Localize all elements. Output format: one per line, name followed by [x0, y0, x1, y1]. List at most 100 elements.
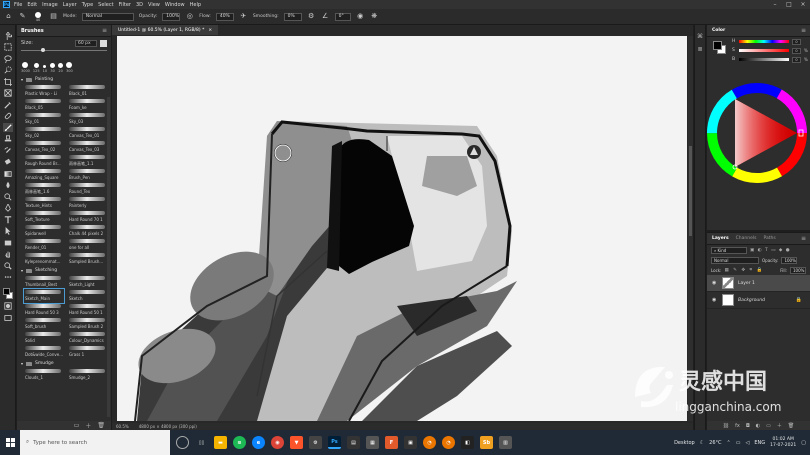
spotify-icon[interactable]: ≋ [233, 436, 246, 449]
blend-mode-select[interactable]: Normal [711, 256, 759, 264]
size-slider[interactable] [21, 48, 107, 53]
brush-item[interactable]: Solid [24, 331, 64, 345]
brightness-slider[interactable] [739, 58, 789, 61]
crop-tool-icon[interactable] [3, 77, 13, 86]
brush-item[interactable]: Rough Round Br... [24, 154, 64, 168]
menu-help[interactable]: Help [190, 2, 201, 8]
pen-tool-icon[interactable] [3, 204, 13, 213]
rectangle-tool-icon[interactable] [3, 238, 13, 247]
brush-item[interactable]: Foam_ke [68, 98, 108, 112]
brush-item[interactable]: Canvas_Tex_02 [24, 140, 64, 154]
brush-tool-active-icon[interactable] [2, 123, 13, 132]
properties-panel-icon[interactable]: ≣ [697, 46, 702, 53]
brush-item[interactable]: Sky_01 [24, 112, 64, 126]
layer-filter-icons[interactable]: ▣ ◐ T ▭ ◆ ● [750, 248, 791, 253]
maximize-icon[interactable]: □ [782, 0, 796, 9]
windows-start-icon[interactable] [0, 430, 20, 455]
tab-layers[interactable]: Layers [712, 236, 729, 241]
app-icon-5[interactable]: ◧ [461, 436, 474, 449]
brush-item[interactable]: Hard Round 50 1 [68, 303, 108, 317]
layer-visibility-eye-icon[interactable]: ◉ [712, 280, 718, 286]
volume-icon[interactable]: ◁ [745, 440, 749, 446]
notifications-icon[interactable]: ▢ [801, 440, 806, 446]
home-icon[interactable]: ⌂ [4, 12, 13, 21]
brush-item[interactable]: 雨林画笔_1.1 [68, 154, 108, 168]
app-icon-2[interactable]: ▦ [366, 436, 379, 449]
brush-group-0[interactable]: ▾ Painting [17, 75, 111, 84]
close-document-icon[interactable]: × [208, 28, 212, 33]
brush-item[interactable]: Smudge_2 [68, 368, 108, 382]
brush-item[interactable]: 雨林画笔_1.6 [24, 182, 64, 196]
dodge-tool-icon[interactable] [3, 192, 13, 201]
airbrush-icon[interactable]: ✈ [239, 12, 248, 21]
color-swatches[interactable] [2, 288, 13, 299]
menu-image[interactable]: Image [42, 2, 58, 8]
brush-item[interactable]: Sampled Brush 2 [68, 317, 108, 331]
weather-temp[interactable]: 26°C [709, 440, 721, 446]
color-wheel[interactable] [707, 73, 810, 203]
brush-item[interactable]: Sketch_Main [23, 288, 65, 304]
app-icon-6[interactable]: Sb [480, 436, 493, 449]
brush-item[interactable]: Sketch [68, 289, 108, 303]
zoom-tool-icon[interactable] [3, 261, 13, 270]
symmetry-icon[interactable]: ❋ [370, 12, 379, 21]
smoothing-field[interactable]: 0% [283, 12, 302, 21]
pressure-size-icon[interactable]: ◉ [356, 12, 365, 21]
brush-group-2[interactable]: ▾ Smudge [17, 359, 111, 368]
brush-item[interactable]: Sketch_Light [68, 275, 108, 289]
taskbar-search-box[interactable]: ⌕ Type here to search [20, 430, 170, 455]
desktop-toolbar-label[interactable]: Desktop [674, 440, 695, 446]
brush-preset-1[interactable]: 125 [33, 63, 40, 73]
size-slider-handle[interactable] [41, 48, 45, 52]
color-panel-menu-icon[interactable]: ≡ [801, 27, 806, 34]
file-explorer-icon[interactable]: ▬ [214, 436, 227, 449]
foreground-color-swatch[interactable] [2, 288, 10, 295]
lasso-tool-icon[interactable] [3, 54, 13, 63]
tab-color[interactable]: Color [712, 28, 725, 33]
hue-slider[interactable] [739, 40, 789, 43]
brush-list-scrollbar[interactable] [107, 97, 110, 417]
menu-layer[interactable]: Layer [63, 2, 77, 8]
saturation-slider[interactable] [739, 49, 789, 52]
delete-brush-trash-icon[interactable]: 🗑 [97, 422, 105, 429]
brush-tool-icon[interactable]: ✎ [18, 12, 27, 21]
mode-select[interactable]: Normal [81, 12, 134, 21]
brush-item[interactable]: Kyleprenommat... [24, 252, 64, 266]
task-view-icon[interactable]: ▯▯ [195, 436, 208, 449]
brush-item[interactable]: Sky_02 [24, 126, 64, 140]
blender-icon[interactable]: ◔ [423, 436, 436, 449]
brush-item[interactable]: Chalk 44 pixels 2 [68, 224, 108, 238]
brush-item[interactable]: Dot&wide_Conve... [24, 345, 64, 359]
brush-item[interactable]: Amazing_Square [24, 168, 64, 182]
quick-mask-icon[interactable] [3, 302, 13, 311]
zoom-readout[interactable]: 60.5% [116, 424, 129, 429]
brush-item[interactable]: Sky_03 [68, 112, 108, 126]
new-brush-icon[interactable]: ＋ [85, 421, 91, 430]
chevron-down-icon[interactable]: ▾ [21, 77, 23, 82]
menu-view[interactable]: View [148, 2, 160, 8]
brush-item[interactable]: Black_05 [24, 98, 64, 112]
chevron-down-icon[interactable]: ▾ [21, 361, 23, 366]
chevron-down-icon[interactable]: ▾ [21, 268, 23, 273]
brush-item[interactable]: Spidarwell [24, 224, 64, 238]
brush-item[interactable]: Hard Round 70 1 [68, 210, 108, 224]
cortana-icon[interactable] [176, 436, 189, 449]
app-icon-4[interactable]: ▣ [404, 436, 417, 449]
brush-item[interactable]: Sampled Brush... [68, 252, 108, 266]
flow-field[interactable]: 40% [215, 12, 234, 21]
brush-item[interactable]: Plastic Wrap - Li [24, 84, 64, 98]
layers-panel-menu-icon[interactable]: ≡ [801, 235, 806, 242]
menu-type[interactable]: Type [82, 2, 93, 8]
tab-channels[interactable]: Channels [736, 236, 757, 241]
angle-field[interactable]: 0° [334, 12, 351, 21]
quick-select-tool-icon[interactable] [3, 66, 13, 75]
brush-preset-4[interactable]: 20 [58, 63, 64, 73]
marquee-tool-icon[interactable] [3, 43, 13, 52]
settings-gear-icon[interactable]: ⚙ [309, 436, 322, 449]
scrollbar-thumb[interactable] [689, 146, 692, 236]
edge-icon[interactable]: e [252, 436, 265, 449]
brush-item[interactable]: Hard Round 50 3 [24, 303, 64, 317]
brush-preset-5[interactable]: 300 [66, 62, 73, 73]
brush-item[interactable]: Colour_Dynamics [68, 331, 108, 345]
eyedropper-tool-icon[interactable] [3, 100, 13, 109]
